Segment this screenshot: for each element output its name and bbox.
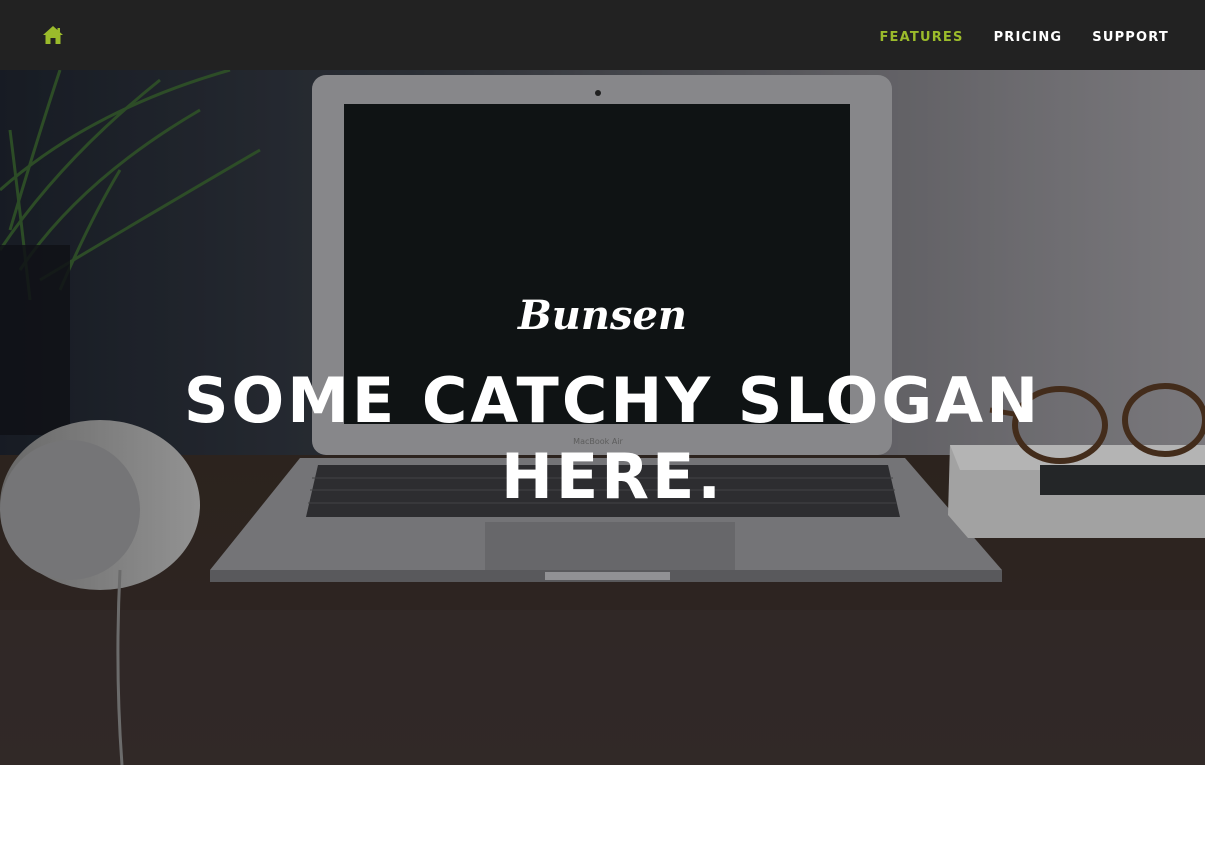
hero-slogan: SOME CATCHY SLOGAN HERE. (183, 364, 1042, 513)
nav-link-support[interactable]: SUPPORT (1092, 30, 1169, 45)
home-icon (43, 26, 63, 44)
home-link[interactable] (42, 25, 64, 45)
nav-item-pricing: PRICING (994, 26, 1063, 45)
hero-section: MacBook Air Bunsen SOME CATCHY SLOGAN HE… (0, 70, 1205, 765)
nav-item-support: SUPPORT (1092, 26, 1169, 45)
nav-link-features[interactable]: FEATURES (879, 30, 963, 45)
nav-menu: FEATURES PRICING SUPPORT (849, 0, 1169, 70)
navbar: FEATURES PRICING SUPPORT (0, 0, 1205, 70)
nav-link-pricing[interactable]: PRICING (994, 30, 1063, 45)
nav-item-features: FEATURES (879, 26, 963, 45)
brand-title: Bunsen (517, 292, 688, 339)
content-section (0, 765, 1205, 844)
